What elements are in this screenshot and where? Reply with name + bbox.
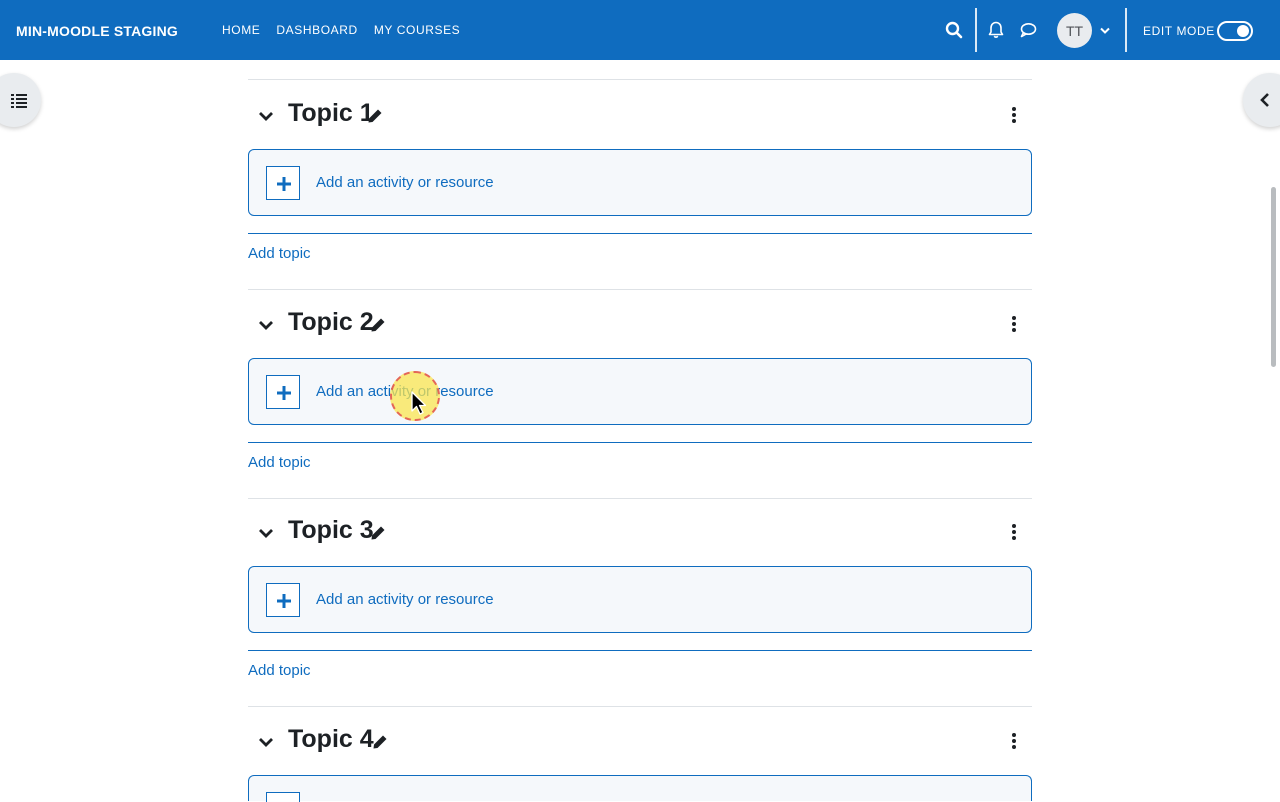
kebab-menu-icon[interactable] [1010, 732, 1018, 750]
plus-icon [266, 166, 300, 200]
edit-pencil-icon[interactable] [372, 734, 388, 750]
section-divider [248, 498, 1032, 499]
plus-icon [266, 792, 300, 802]
plus-icon [266, 375, 300, 409]
collapse-chevron-icon[interactable] [257, 733, 275, 751]
add-topic-link[interactable]: Add topic [248, 454, 311, 471]
section-header: Topic 3 [248, 512, 1032, 552]
mouse-cursor-icon [411, 391, 427, 415]
course-index-drawer-button[interactable] [0, 73, 41, 127]
section-title[interactable]: Topic 4 [288, 725, 374, 754]
primary-navigation: HOME DASHBOARD MY COURSES [222, 0, 460, 60]
edit-pencil-icon[interactable] [370, 317, 386, 333]
edit-pencil-icon[interactable] [370, 525, 386, 541]
add-topic-link[interactable]: Add topic [248, 662, 311, 679]
section-header: Topic 1 [248, 95, 1032, 135]
add-topic-divider [248, 650, 1032, 651]
section-title[interactable]: Topic 3 [288, 516, 374, 545]
section-title[interactable]: Topic 2 [288, 308, 374, 337]
navbar-divider [1125, 8, 1127, 52]
chevron-left-icon [1260, 93, 1269, 107]
add-activity-button[interactable] [248, 775, 1032, 802]
section-divider [248, 289, 1032, 290]
section-divider [248, 79, 1032, 80]
edit-mode-label: EDIT MODE [1143, 24, 1215, 38]
kebab-menu-icon[interactable] [1010, 523, 1018, 541]
collapse-chevron-icon[interactable] [257, 524, 275, 542]
add-activity-label: Add an activity or resource [316, 174, 494, 191]
add-activity-button[interactable]: Add an activity or resource [248, 358, 1032, 425]
edit-pencil-icon[interactable] [367, 108, 383, 124]
add-activity-button[interactable]: Add an activity or resource [248, 566, 1032, 633]
add-activity-button[interactable]: Add an activity or resource [248, 149, 1032, 216]
collapse-chevron-icon[interactable] [257, 107, 275, 125]
top-navbar: MIN-MOODLE STAGING HOME DASHBOARD MY COU… [0, 0, 1280, 60]
nav-dashboard-link[interactable]: DASHBOARD [276, 23, 357, 37]
section-header: Topic 2 [248, 304, 1032, 344]
section-divider [248, 706, 1032, 707]
toggle-knob [1237, 25, 1249, 37]
nav-my-courses-link[interactable]: MY COURSES [374, 23, 460, 37]
plus-icon [266, 583, 300, 617]
page-scrollbar[interactable] [1271, 187, 1276, 367]
add-activity-label: Add an activity or resource [316, 591, 494, 608]
add-topic-divider [248, 233, 1032, 234]
site-brand[interactable]: MIN-MOODLE STAGING [16, 0, 178, 60]
search-icon[interactable] [944, 20, 964, 40]
collapse-chevron-icon[interactable] [257, 316, 275, 334]
nav-home-link[interactable]: HOME [222, 23, 260, 37]
user-avatar[interactable]: TT [1057, 13, 1092, 48]
edit-mode-toggle[interactable] [1217, 21, 1253, 41]
chevron-down-icon[interactable] [1095, 20, 1115, 40]
kebab-menu-icon[interactable] [1010, 106, 1018, 124]
add-topic-divider [248, 442, 1032, 443]
chat-bubble-icon[interactable] [1018, 20, 1038, 40]
section-title[interactable]: Topic 1 [288, 99, 374, 128]
bell-icon[interactable] [986, 20, 1006, 40]
block-drawer-button[interactable] [1243, 73, 1280, 127]
kebab-menu-icon[interactable] [1010, 315, 1018, 333]
navbar-divider [975, 8, 977, 52]
section-header: Topic 4 [248, 721, 1032, 761]
course-index-icon [11, 94, 27, 108]
add-topic-link[interactable]: Add topic [248, 245, 311, 262]
